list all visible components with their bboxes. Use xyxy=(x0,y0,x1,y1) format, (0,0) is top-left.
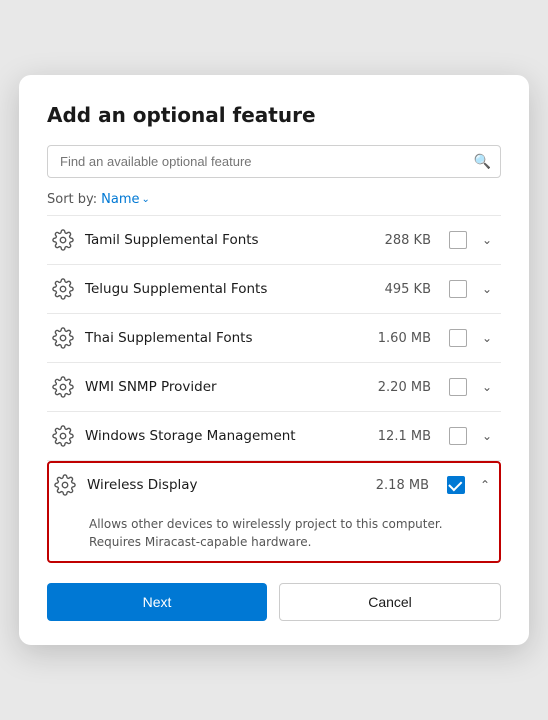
expand-icon[interactable]: ⌄ xyxy=(477,328,497,348)
feature-size: 1.60 MB xyxy=(378,331,431,346)
cancel-button[interactable]: Cancel xyxy=(279,583,501,621)
search-box: 🔍 xyxy=(47,145,501,178)
list-item: WMI SNMP Provider 2.20 MB ⌄ xyxy=(47,363,501,412)
feature-size: 2.18 MB xyxy=(376,478,429,493)
expand-icon[interactable]: ⌄ xyxy=(477,230,497,250)
feature-name: Windows Storage Management xyxy=(85,428,368,444)
feature-description: Allows other devices to wirelessly proje… xyxy=(53,515,495,551)
feature-checkbox[interactable] xyxy=(449,231,467,249)
feature-name: Wireless Display xyxy=(87,477,366,493)
list-item: Tamil Supplemental Fonts 288 KB ⌄ xyxy=(47,216,501,265)
feature-icon xyxy=(51,424,75,448)
dialog-title: Add an optional feature xyxy=(47,103,501,127)
feature-checkbox[interactable] xyxy=(449,427,467,445)
feature-size: 495 KB xyxy=(385,282,431,297)
add-optional-feature-dialog: Add an optional feature 🔍 Sort by: Name … xyxy=(19,75,529,645)
feature-icon xyxy=(51,375,75,399)
feature-icon xyxy=(51,277,75,301)
list-item: Windows Storage Management 12.1 MB ⌄ xyxy=(47,412,501,461)
search-input[interactable] xyxy=(47,145,501,178)
feature-checkbox[interactable] xyxy=(449,280,467,298)
feature-list: Tamil Supplemental Fonts 288 KB ⌄ Telugu… xyxy=(47,215,501,563)
expand-icon[interactable]: ⌃ xyxy=(475,475,495,495)
feature-size: 12.1 MB xyxy=(378,429,431,444)
expand-icon[interactable]: ⌄ xyxy=(477,426,497,446)
sort-row: Sort by: Name ⌄ xyxy=(47,192,501,207)
feature-checkbox[interactable] xyxy=(447,476,465,494)
list-item: Telugu Supplemental Fonts 495 KB ⌄ xyxy=(47,265,501,314)
feature-checkbox[interactable] xyxy=(449,378,467,396)
feature-checkbox[interactable] xyxy=(449,329,467,347)
sort-by-label: Sort by: xyxy=(47,192,97,207)
feature-icon xyxy=(53,473,77,497)
next-button[interactable]: Next xyxy=(47,583,267,621)
feature-size: 288 KB xyxy=(385,233,431,248)
feature-name: Tamil Supplemental Fonts xyxy=(85,232,375,248)
feature-size: 2.20 MB xyxy=(378,380,431,395)
sort-value[interactable]: Name ⌄ xyxy=(101,192,150,207)
list-item: Thai Supplemental Fonts 1.60 MB ⌄ xyxy=(47,314,501,363)
expand-icon[interactable]: ⌄ xyxy=(477,279,497,299)
feature-name: Thai Supplemental Fonts xyxy=(85,330,368,346)
chevron-down-icon: ⌄ xyxy=(142,194,150,205)
expand-icon[interactable]: ⌄ xyxy=(477,377,497,397)
feature-name: WMI SNMP Provider xyxy=(85,379,368,395)
feature-row: Wireless Display 2.18 MB ⌃ xyxy=(53,473,495,497)
button-row: Next Cancel xyxy=(47,583,501,621)
feature-name: Telugu Supplemental Fonts xyxy=(85,281,375,297)
feature-icon xyxy=(51,326,75,350)
list-item: Wireless Display 2.18 MB ⌃ Allows other … xyxy=(47,461,501,563)
feature-icon xyxy=(51,228,75,252)
